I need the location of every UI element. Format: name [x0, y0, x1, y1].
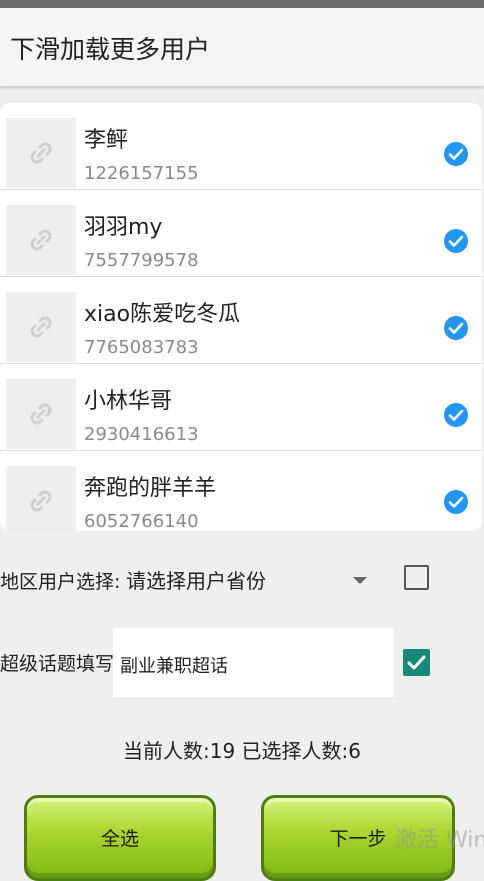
- select-all-button[interactable]: 全选: [24, 795, 216, 881]
- user-id: 1226157155: [84, 163, 199, 184]
- user-row[interactable]: 奔跑的胖羊羊 6052766140: [0, 451, 482, 531]
- user-list[interactable]: 李鲆 1226157155 羽羽my 7557799578 xiao陈爱吃冬瓜 …: [0, 103, 482, 531]
- avatar-placeholder-icon: [6, 205, 76, 275]
- region-label: 地区用户选择:: [0, 571, 121, 593]
- selected-check-icon[interactable]: [444, 142, 468, 166]
- selected-check-icon[interactable]: [444, 229, 468, 253]
- topic-input-value: 副业兼职超话: [120, 656, 228, 677]
- dropdown-arrow-icon[interactable]: [353, 577, 367, 584]
- avatar-placeholder-icon: [6, 118, 76, 188]
- region-select[interactable]: 请选择用户省份: [126, 565, 266, 594]
- user-row[interactable]: xiao陈爱吃冬瓜 7765083783: [0, 277, 482, 364]
- status-bar: [0, 0, 484, 8]
- activation-watermark: 激活 Win: [395, 828, 484, 853]
- user-name: xiao陈爱吃冬瓜: [84, 302, 241, 327]
- user-id: 2930416613: [84, 424, 199, 445]
- selected-check-icon[interactable]: [444, 490, 468, 514]
- user-id: 7765083783: [84, 337, 199, 358]
- topic-input[interactable]: 副业兼职超话: [113, 628, 394, 697]
- user-row[interactable]: 李鲆 1226157155: [0, 103, 482, 190]
- user-name: 李鲆: [84, 128, 129, 153]
- user-name: 小林华哥: [84, 389, 173, 414]
- topic-label: 超级话题填写:: [0, 653, 121, 675]
- user-row[interactable]: 羽羽my 7557799578: [0, 190, 482, 277]
- user-count-text: 当前人数:19 已选择人数:6: [122, 739, 361, 763]
- page-title: 下滑加载更多用户: [10, 35, 211, 64]
- title-bar: 下滑加载更多用户: [0, 8, 484, 86]
- user-id: 6052766140: [84, 511, 199, 531]
- avatar-placeholder-icon: [6, 466, 76, 531]
- topic-checkbox[interactable]: [403, 649, 430, 676]
- user-row[interactable]: 小林华哥 2930416613: [0, 364, 482, 451]
- user-name: 奔跑的胖羊羊: [84, 476, 217, 501]
- avatar-placeholder-icon: [6, 292, 76, 362]
- region-checkbox[interactable]: [404, 565, 429, 590]
- select-all-label: 全选: [100, 828, 139, 850]
- user-id: 7557799578: [84, 250, 199, 271]
- selected-check-icon[interactable]: [444, 316, 468, 340]
- user-name: 羽羽my: [84, 215, 163, 240]
- avatar-placeholder-icon: [6, 379, 76, 449]
- selected-check-icon[interactable]: [444, 403, 468, 427]
